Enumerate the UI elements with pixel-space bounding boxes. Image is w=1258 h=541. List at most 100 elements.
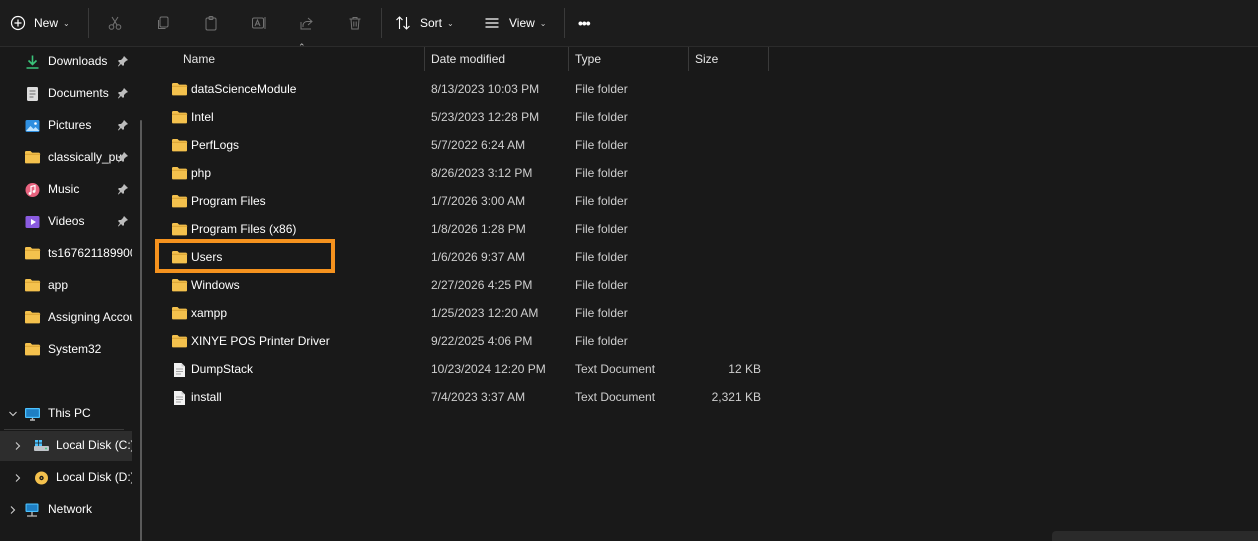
column-header-date[interactable]: Date modified xyxy=(431,47,505,71)
pin-icon[interactable] xyxy=(117,151,129,163)
folder-icon xyxy=(171,138,188,152)
sidebar-item-music[interactable]: Music xyxy=(0,175,132,205)
copy-button[interactable] xyxy=(148,8,178,38)
column-divider[interactable] xyxy=(568,47,569,71)
chevron-right-icon[interactable] xyxy=(9,504,17,516)
file-date-modified: 7/4/2023 3:37 AM xyxy=(431,390,526,404)
more-options-button[interactable]: ••• xyxy=(578,8,591,38)
sidebar-item-local-disk-c[interactable]: Local Disk (C:) xyxy=(0,431,132,461)
sort-icon xyxy=(392,8,414,38)
file-name: Program Files xyxy=(191,194,266,208)
column-header-type[interactable]: Type xyxy=(575,47,601,71)
column-header-name[interactable]: Name xyxy=(183,47,215,71)
sidebar-item-local-disk-d[interactable]: Local Disk (D:) xyxy=(0,463,132,493)
file-name: XINYE POS Printer Driver xyxy=(191,334,330,348)
new-button[interactable]: New ⌄ xyxy=(8,8,70,38)
sidebar-item-label: ts16762118990000 xyxy=(48,246,132,260)
sort-label: Sort xyxy=(420,16,443,30)
chevron-right-icon[interactable] xyxy=(14,472,22,484)
file-date-modified: 9/22/2025 4:06 PM xyxy=(431,334,533,348)
sidebar-item-assigning[interactable]: Assigning Accou xyxy=(0,303,132,333)
document-icon xyxy=(24,86,41,102)
chevron-down-icon: ⌄ xyxy=(539,18,547,28)
file-row[interactable]: PerfLogs 5/7/2022 6:24 AM File folder xyxy=(152,131,772,159)
more-icon: ••• xyxy=(578,15,591,31)
column-divider[interactable] xyxy=(688,47,689,71)
file-date-modified: 5/7/2022 6:24 AM xyxy=(431,138,526,152)
file-date-modified: 1/25/2023 12:20 AM xyxy=(431,306,539,320)
file-row[interactable]: dataScienceModule 8/13/2023 10:03 PM File … xyxy=(152,75,772,103)
file-row[interactable]: Program Files 1/7/2026 3:00 AM File folder xyxy=(152,187,772,215)
file-row[interactable]: XINYE POS Printer Driver 9/22/2025 4:06 P… xyxy=(152,327,772,355)
sidebar-item-network[interactable]: Network xyxy=(0,495,132,525)
folder-icon xyxy=(171,82,188,96)
drive-d-icon xyxy=(33,470,50,486)
file-type: File folder xyxy=(575,250,628,264)
pin-icon[interactable] xyxy=(117,215,129,227)
file-row[interactable]: DumpStack 10/23/2024 12:20 PM Text Documen… xyxy=(152,355,772,383)
share-button[interactable] xyxy=(292,8,322,38)
file-type: Text Document xyxy=(575,362,656,376)
pictures-icon xyxy=(24,118,41,134)
column-divider[interactable] xyxy=(424,47,425,71)
text-file-icon xyxy=(171,390,188,405)
file-date-modified: 8/26/2023 3:12 PM xyxy=(431,166,533,180)
rename-button[interactable] xyxy=(244,8,274,38)
sidebar-item-system32[interactable]: System32 xyxy=(0,335,132,365)
pin-icon[interactable] xyxy=(117,87,129,99)
file-row[interactable]: php 8/26/2023 3:12 PM File folder xyxy=(152,159,772,187)
column-header-size[interactable]: Size xyxy=(695,47,718,71)
paste-button[interactable] xyxy=(196,8,226,38)
sidebar-item-videos[interactable]: Videos xyxy=(0,207,132,237)
view-button[interactable]: View ⌄ xyxy=(481,8,547,38)
sidebar-item-label: Network xyxy=(48,502,93,516)
sidebar-item-pictures[interactable]: Pictures xyxy=(0,111,132,141)
command-bar: New ⌄ Sort ⌄ View ⌄ ••• xyxy=(0,0,1258,47)
sidebar-item-downloads[interactable]: Downloads xyxy=(0,47,132,77)
sidebar-item-documents[interactable]: Documents xyxy=(0,79,132,109)
file-date-modified: 10/23/2024 12:20 PM xyxy=(431,362,546,376)
file-row[interactable]: Windows 2/27/2026 4:25 PM File folder xyxy=(152,271,772,299)
column-header-label: Size xyxy=(695,52,719,66)
view-label: View xyxy=(509,16,535,30)
horizontal-scrollbar[interactable] xyxy=(1052,531,1258,541)
folder-icon xyxy=(171,278,188,292)
sidebar-item-label: app xyxy=(48,278,69,292)
file-row[interactable]: xampp 1/25/2023 12:20 AM File folder xyxy=(152,299,772,327)
pin-icon[interactable] xyxy=(117,55,129,67)
sidebar-item-this-pc[interactable]: This PC xyxy=(0,399,132,429)
folder-icon xyxy=(24,278,41,294)
chevron-down-icon[interactable] xyxy=(9,408,17,420)
navigation-pane: Downloads Documents Pictures classically… xyxy=(0,47,142,541)
sidebar-item-label: This PC xyxy=(48,406,91,420)
pin-icon[interactable] xyxy=(117,119,129,131)
delete-button[interactable] xyxy=(340,8,370,38)
sort-button[interactable]: Sort ⌄ xyxy=(392,8,454,38)
sidebar-scrollbar[interactable] xyxy=(140,120,142,541)
file-name: Intel xyxy=(191,110,214,124)
file-date-modified: 1/7/2026 3:00 AM xyxy=(431,194,526,208)
file-name: xampp xyxy=(191,306,228,320)
plus-circle-icon xyxy=(8,8,28,38)
file-name: Program Files (x86) xyxy=(191,222,297,236)
folder-icon xyxy=(24,342,41,358)
sidebar-item-label: Local Disk (D:) xyxy=(56,470,132,484)
music-icon xyxy=(24,182,41,198)
videos-icon xyxy=(24,214,41,230)
column-header-label: Type xyxy=(575,52,602,66)
sidebar-item-app[interactable]: app xyxy=(0,271,132,301)
sidebar-item-classically[interactable]: classically_pu xyxy=(0,143,132,173)
chevron-right-icon[interactable] xyxy=(14,440,22,452)
file-row[interactable]: install 7/4/2023 3:37 AM Text Document 2,32… xyxy=(152,383,772,411)
folder-icon xyxy=(171,194,188,208)
file-type: File folder xyxy=(575,278,628,292)
file-row[interactable]: Intel 5/23/2023 12:28 PM File folder xyxy=(152,103,772,131)
folder-icon xyxy=(171,166,188,180)
column-divider[interactable] xyxy=(768,47,769,71)
sidebar-item-ts-folder[interactable]: ts16762118990000 xyxy=(0,239,132,269)
rename-icon xyxy=(244,8,274,38)
clipboard-icon xyxy=(196,8,226,38)
cut-button[interactable] xyxy=(100,8,130,38)
text-file-icon xyxy=(171,362,188,377)
pin-icon[interactable] xyxy=(117,183,129,195)
